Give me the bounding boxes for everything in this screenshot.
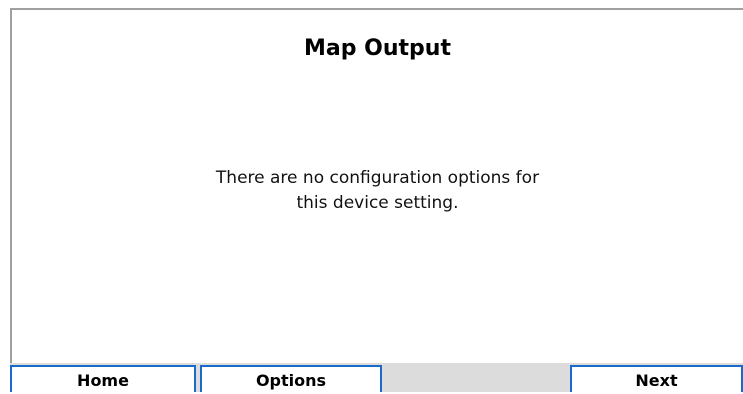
home-button[interactable]: Home	[10, 365, 196, 392]
options-button[interactable]: Options	[200, 365, 382, 392]
content-panel: Map Output There are no configuration op…	[10, 8, 743, 363]
message-line-2: this device setting.	[296, 193, 459, 213]
message-line-1: There are no configuration options for	[215, 168, 540, 188]
next-button[interactable]: Next	[570, 365, 743, 392]
screen-frame: Map Output There are no configuration op…	[0, 0, 743, 392]
page-title: Map Output	[304, 36, 451, 61]
bottom-nav-bar: Home Options Next	[10, 363, 743, 392]
no-options-message: There are no configuration options for t…	[12, 166, 743, 216]
